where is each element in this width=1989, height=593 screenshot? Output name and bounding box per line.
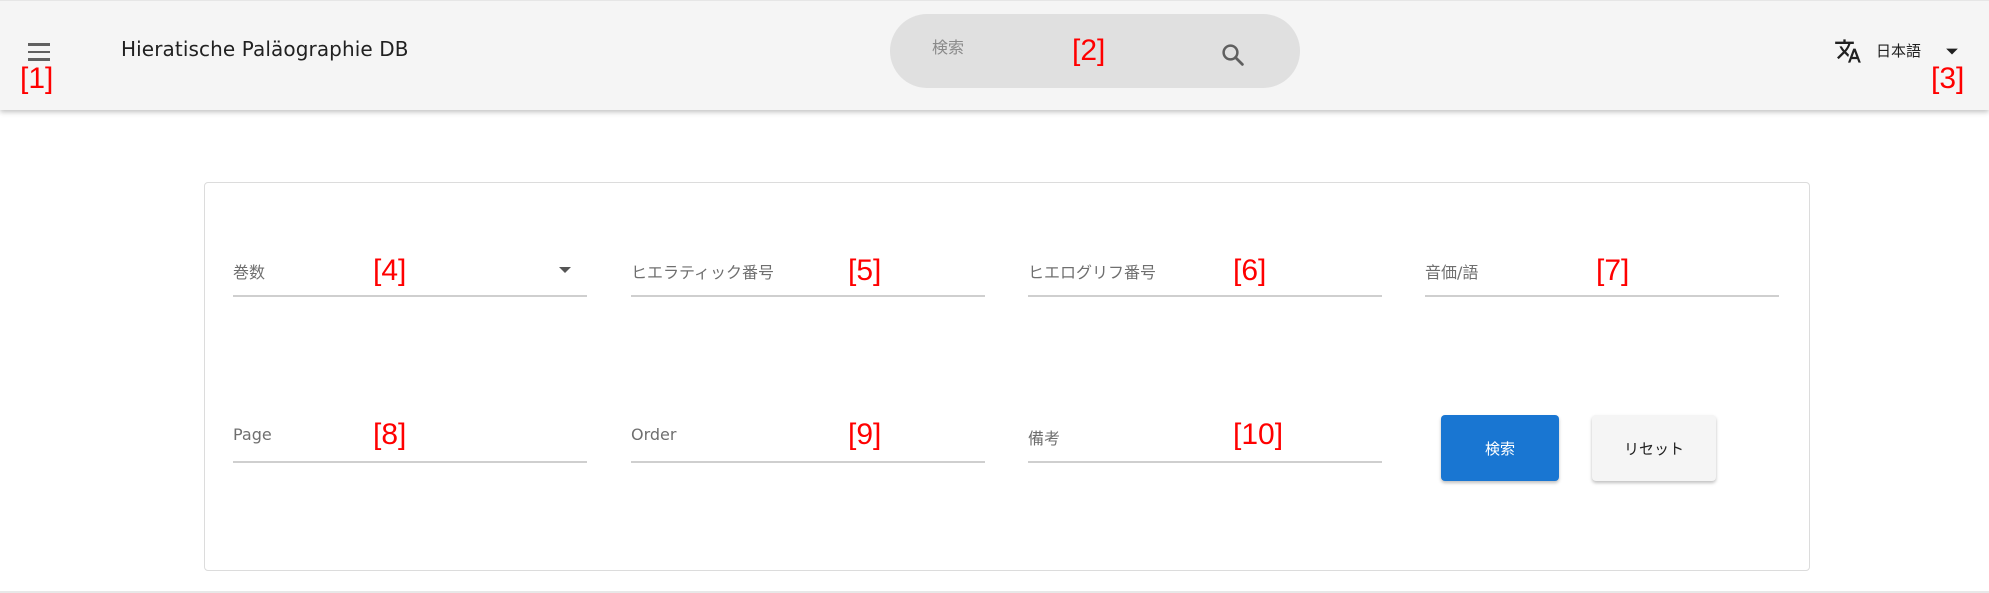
order-field[interactable]: Order <box>631 399 985 463</box>
volume-label: 巻数 <box>233 263 266 282</box>
hieratic-number-input[interactable] <box>631 233 985 295</box>
marker-1: [1] <box>20 62 54 95</box>
chevron-down-icon[interactable] <box>559 267 571 273</box>
search-form-card: 巻数 ヒエラティック番号 ヒエログリフ番号 音価/語 Page Order 備考 <box>204 182 1810 571</box>
marker-8: [8] <box>373 418 407 451</box>
app-bar: Hieratische Paläographie DB 日本語 <box>0 0 1989 110</box>
hieroglyph-number-input[interactable] <box>1028 233 1382 295</box>
arrow-drop-down-icon[interactable] <box>1938 37 1966 65</box>
volume-select[interactable]: 巻数 <box>233 233 587 297</box>
marker-2: [2] <box>1072 34 1106 67</box>
marker-3: [3] <box>1931 62 1965 95</box>
search-icon[interactable] <box>1218 40 1248 70</box>
hieroglyph-number-field[interactable]: ヒエログリフ番号 <box>1028 233 1382 297</box>
language-label[interactable]: 日本語 <box>1876 40 1921 61</box>
page-input[interactable] <box>233 399 587 461</box>
marker-5: [5] <box>848 254 882 287</box>
hieratic-number-field[interactable]: ヒエラティック番号 <box>631 233 985 297</box>
marker-10: [10] <box>1233 418 1284 451</box>
marker-9: [9] <box>848 418 882 451</box>
notes-input[interactable] <box>1028 399 1382 461</box>
app-root: Hieratische Paläographie DB 日本語 巻数 <box>0 0 1989 593</box>
marker-6: [6] <box>1233 254 1267 287</box>
reset-button[interactable]: リセット <box>1592 415 1716 481</box>
notes-field[interactable]: 備考 <box>1028 399 1382 463</box>
page-field[interactable]: Page <box>233 399 587 463</box>
order-input[interactable] <box>631 399 985 461</box>
marker-7: [7] <box>1596 254 1630 287</box>
search-button[interactable]: 検索 <box>1441 415 1559 481</box>
search-input[interactable] <box>932 32 1182 62</box>
translate-icon[interactable] <box>1834 37 1862 65</box>
marker-4: [4] <box>373 254 407 287</box>
app-title: Hieratische Paläographie DB <box>121 37 409 61</box>
